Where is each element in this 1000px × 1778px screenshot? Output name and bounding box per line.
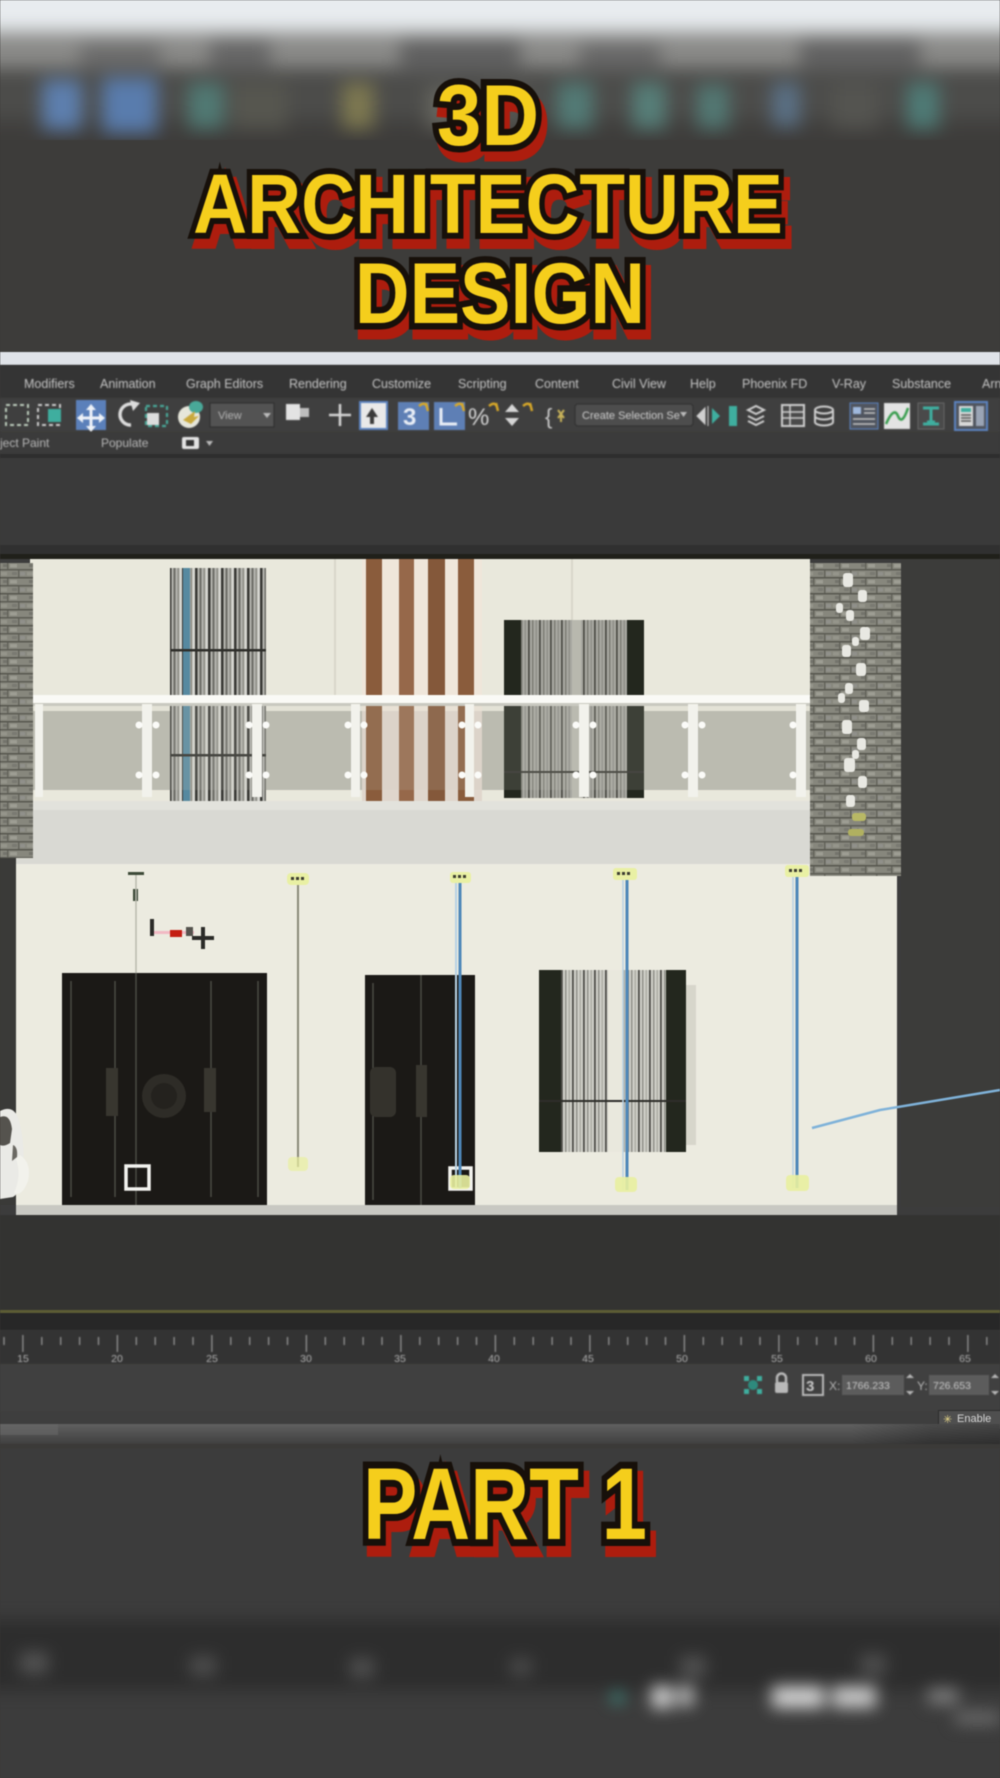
svg-text:55: 55 (771, 1353, 783, 1364)
svg-text:50: 50 (676, 1353, 688, 1364)
svg-text:View: View (218, 410, 242, 422)
svg-text:65: 65 (959, 1353, 971, 1364)
svg-text:Y:: Y: (917, 1379, 928, 1393)
svg-text:PART 1: PART 1 (363, 1446, 647, 1561)
svg-text:1766.233: 1766.233 (846, 1380, 890, 1392)
svg-text:15: 15 (17, 1353, 29, 1364)
svg-text:40: 40 (488, 1353, 500, 1364)
svg-text:3: 3 (403, 404, 416, 431)
svg-text:35: 35 (394, 1353, 406, 1364)
svg-text:25: 25 (206, 1353, 218, 1364)
svg-text:ARCHITECTURE: ARCHITECTURE (193, 157, 783, 251)
svg-text:3: 3 (806, 1378, 814, 1395)
svg-text:DESIGN: DESIGN (355, 247, 645, 343)
svg-text:20: 20 (111, 1353, 123, 1364)
svg-text:60: 60 (865, 1353, 877, 1364)
svg-text:%: % (468, 404, 489, 431)
svg-text:3D: 3D (437, 67, 539, 163)
svg-text:726.653: 726.653 (933, 1380, 971, 1392)
svg-text:30: 30 (300, 1353, 312, 1364)
svg-text:X:: X: (829, 1379, 840, 1393)
svg-text:{: { (545, 404, 552, 429)
svg-text:45: 45 (582, 1353, 594, 1364)
svg-text:Create Selection Se: Create Selection Se (582, 410, 680, 422)
